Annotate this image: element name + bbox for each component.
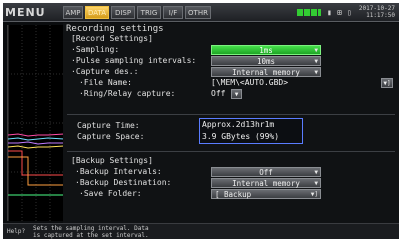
file-name-edit-button[interactable]: ▼]: [381, 78, 393, 88]
backup-destination-label: ·Backup Destination:: [75, 178, 172, 187]
help-label: Help?: [7, 228, 26, 235]
tab-disp[interactable]: DISP: [111, 6, 135, 19]
tab-trig[interactable]: TRIG: [137, 6, 161, 19]
panel-title: Recording settings: [66, 24, 164, 34]
battery-level-icon: [311, 9, 317, 16]
divider: [67, 114, 395, 115]
battery-level-icon: [304, 9, 310, 16]
divider: [67, 151, 395, 152]
clock-time: 11:17:50: [366, 12, 395, 19]
sampling-label: ·Sampling:: [71, 45, 120, 54]
capture-destination-label: ·Capture des.:: [71, 67, 139, 76]
lan-icon: ⊞: [337, 8, 342, 17]
record-settings-heading: [Record Settings]: [71, 34, 153, 43]
pulse-sampling-select[interactable]: 10ms ▼: [211, 56, 321, 66]
waveform-graphic: [8, 25, 64, 221]
status-icons: ▮ ⊞ ▯: [297, 7, 355, 18]
memory-icon: ▮: [327, 8, 332, 17]
save-folder-select[interactable]: [ Backup ▼]: [211, 189, 321, 199]
sampling-select[interactable]: 1ms ▼: [211, 45, 321, 55]
chevron-down-icon: ▼: [314, 69, 318, 76]
help-line-2: is captured at the set interval.: [33, 232, 149, 239]
capture-info-box: Approx.2d13hr1m 3.9 GBytes (99%): [199, 118, 303, 144]
tab-data[interactable]: DATA: [85, 6, 109, 19]
backup-settings-heading: [Backup Settings]: [71, 156, 153, 165]
file-name-label: ·File Name:: [79, 78, 132, 87]
battery-icon: [297, 9, 303, 16]
tab-othr[interactable]: OTHR: [185, 6, 211, 19]
clock: 2017-10-27 11:17:50: [359, 5, 395, 19]
menu-button[interactable]: MENU: [5, 5, 55, 20]
backup-destination-value: Internal memory: [232, 179, 300, 188]
backup-intervals-select[interactable]: Off ▼: [211, 167, 321, 177]
backup-intervals-value: Off: [259, 168, 273, 177]
capture-destination-select[interactable]: Internal memory ▼: [211, 67, 321, 77]
capture-time-value: Approx.2d13hr1m: [202, 120, 275, 129]
ring-relay-value: Off: [211, 89, 226, 98]
tab-if[interactable]: I/F: [163, 6, 183, 19]
ring-relay-dropdown-button[interactable]: ▼: [231, 89, 242, 99]
pulse-sampling-label: ·Pulse sampling intervals:: [71, 56, 197, 65]
ring-relay-label: ·Ring/Relay capture:: [79, 89, 176, 98]
save-folder-value: [ Backup: [215, 190, 252, 199]
sampling-value: 1ms: [259, 46, 273, 55]
tab-amp[interactable]: AMP: [63, 6, 83, 19]
backup-intervals-label: ·Backup Intervals:: [75, 167, 162, 176]
waveform-pane: [7, 25, 64, 221]
recording-settings-panel: Recording settings [Record Settings] ·Sa…: [63, 23, 399, 223]
battery-tip-icon: [318, 9, 321, 16]
capture-space-label: Capture Space:: [77, 132, 145, 141]
chevron-down-icon: ▼: [314, 58, 318, 65]
chevron-down-icon: ▼: [314, 180, 318, 187]
logger-screen: MENU AMP DATA DISP TRIG I/F OTHR ▮ ⊞ ▯ 2…: [3, 3, 399, 239]
clock-date: 2017-10-27: [358, 5, 395, 12]
save-folder-label: ·Save Folder:: [79, 189, 142, 198]
pulse-sampling-value: 10ms: [256, 57, 276, 66]
file-name-value[interactable]: [\MEM\<AUTO.GBD>: [211, 78, 288, 87]
chevron-down-icon: ▼]: [310, 191, 318, 198]
capture-space-value: 3.9 GBytes (99%): [202, 132, 280, 141]
top-tab-bar: MENU AMP DATA DISP TRIG I/F OTHR ▮ ⊞ ▯ 2…: [3, 3, 399, 22]
backup-destination-select[interactable]: Internal memory ▼: [211, 178, 321, 188]
chevron-down-icon: ▼: [314, 47, 318, 54]
usb-icon: ▯: [347, 8, 352, 17]
chevron-down-icon: ▼: [314, 169, 318, 176]
capture-time-label: Capture Time:: [77, 121, 140, 130]
help-bar: Help? Sets the sampling interval. Data i…: [3, 223, 399, 239]
capture-destination-value: Internal memory: [232, 68, 300, 77]
